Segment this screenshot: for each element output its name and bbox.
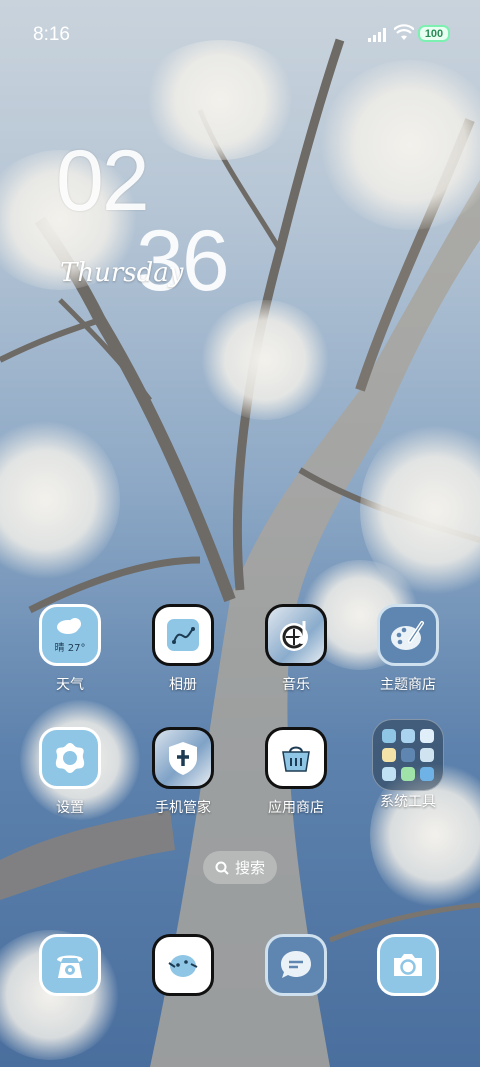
- app-label: 主题商店: [380, 677, 436, 693]
- clock-widget[interactable]: 02 36 Thursday: [56, 132, 286, 312]
- app-label: 音乐: [282, 677, 310, 693]
- cellular-signal-icon: [368, 28, 386, 42]
- app-label: 应用商店: [268, 800, 324, 816]
- app-label: 系统工具: [380, 794, 436, 810]
- dock-browser[interactable]: [133, 934, 233, 996]
- dock-phone[interactable]: [20, 934, 120, 996]
- clock-day: Thursday: [60, 258, 184, 288]
- gallery-icon: [152, 604, 214, 666]
- browser-icon: [152, 934, 214, 996]
- weather-text: 晴 27°: [54, 643, 86, 654]
- app-theme-store[interactable]: 主题商店: [358, 604, 458, 694]
- app-weather[interactable]: 晴 27° 天气: [20, 604, 120, 694]
- app-store-icon: [265, 727, 327, 789]
- app-label: 手机管家: [155, 800, 211, 816]
- app-phone-manager[interactable]: 手机管家: [133, 727, 233, 817]
- phone-icon: [39, 934, 101, 996]
- app-label: 设置: [56, 800, 84, 816]
- battery-indicator: 100: [418, 25, 450, 42]
- messages-icon: [265, 934, 327, 996]
- clock-hours: 02: [56, 133, 150, 229]
- search-label: 搜索: [234, 859, 265, 877]
- settings-icon: [39, 727, 101, 789]
- app-settings[interactable]: 设置: [20, 727, 120, 817]
- app-label: 天气: [56, 677, 84, 693]
- status-time: 8:16: [33, 24, 70, 45]
- weather-icon: 晴 27°: [39, 604, 101, 666]
- folder-system-tools[interactable]: 系统工具: [358, 719, 458, 811]
- status-bar: 8:16 100: [0, 0, 480, 68]
- search-icon: [215, 861, 229, 875]
- app-app-store[interactable]: 应用商店: [246, 727, 346, 817]
- app-gallery[interactable]: 相册: [133, 604, 233, 694]
- system-tools-folder-icon: [372, 719, 444, 791]
- theme-store-icon: [377, 604, 439, 666]
- search-button[interactable]: 搜索: [203, 851, 277, 884]
- camera-icon: [377, 934, 439, 996]
- dock-messages[interactable]: [246, 934, 346, 996]
- music-icon: [265, 604, 327, 666]
- security-icon: [152, 727, 214, 789]
- wifi-icon: [394, 24, 414, 40]
- app-label: 相册: [169, 677, 197, 693]
- dock-camera[interactable]: [358, 934, 458, 996]
- app-music[interactable]: 音乐: [246, 604, 346, 694]
